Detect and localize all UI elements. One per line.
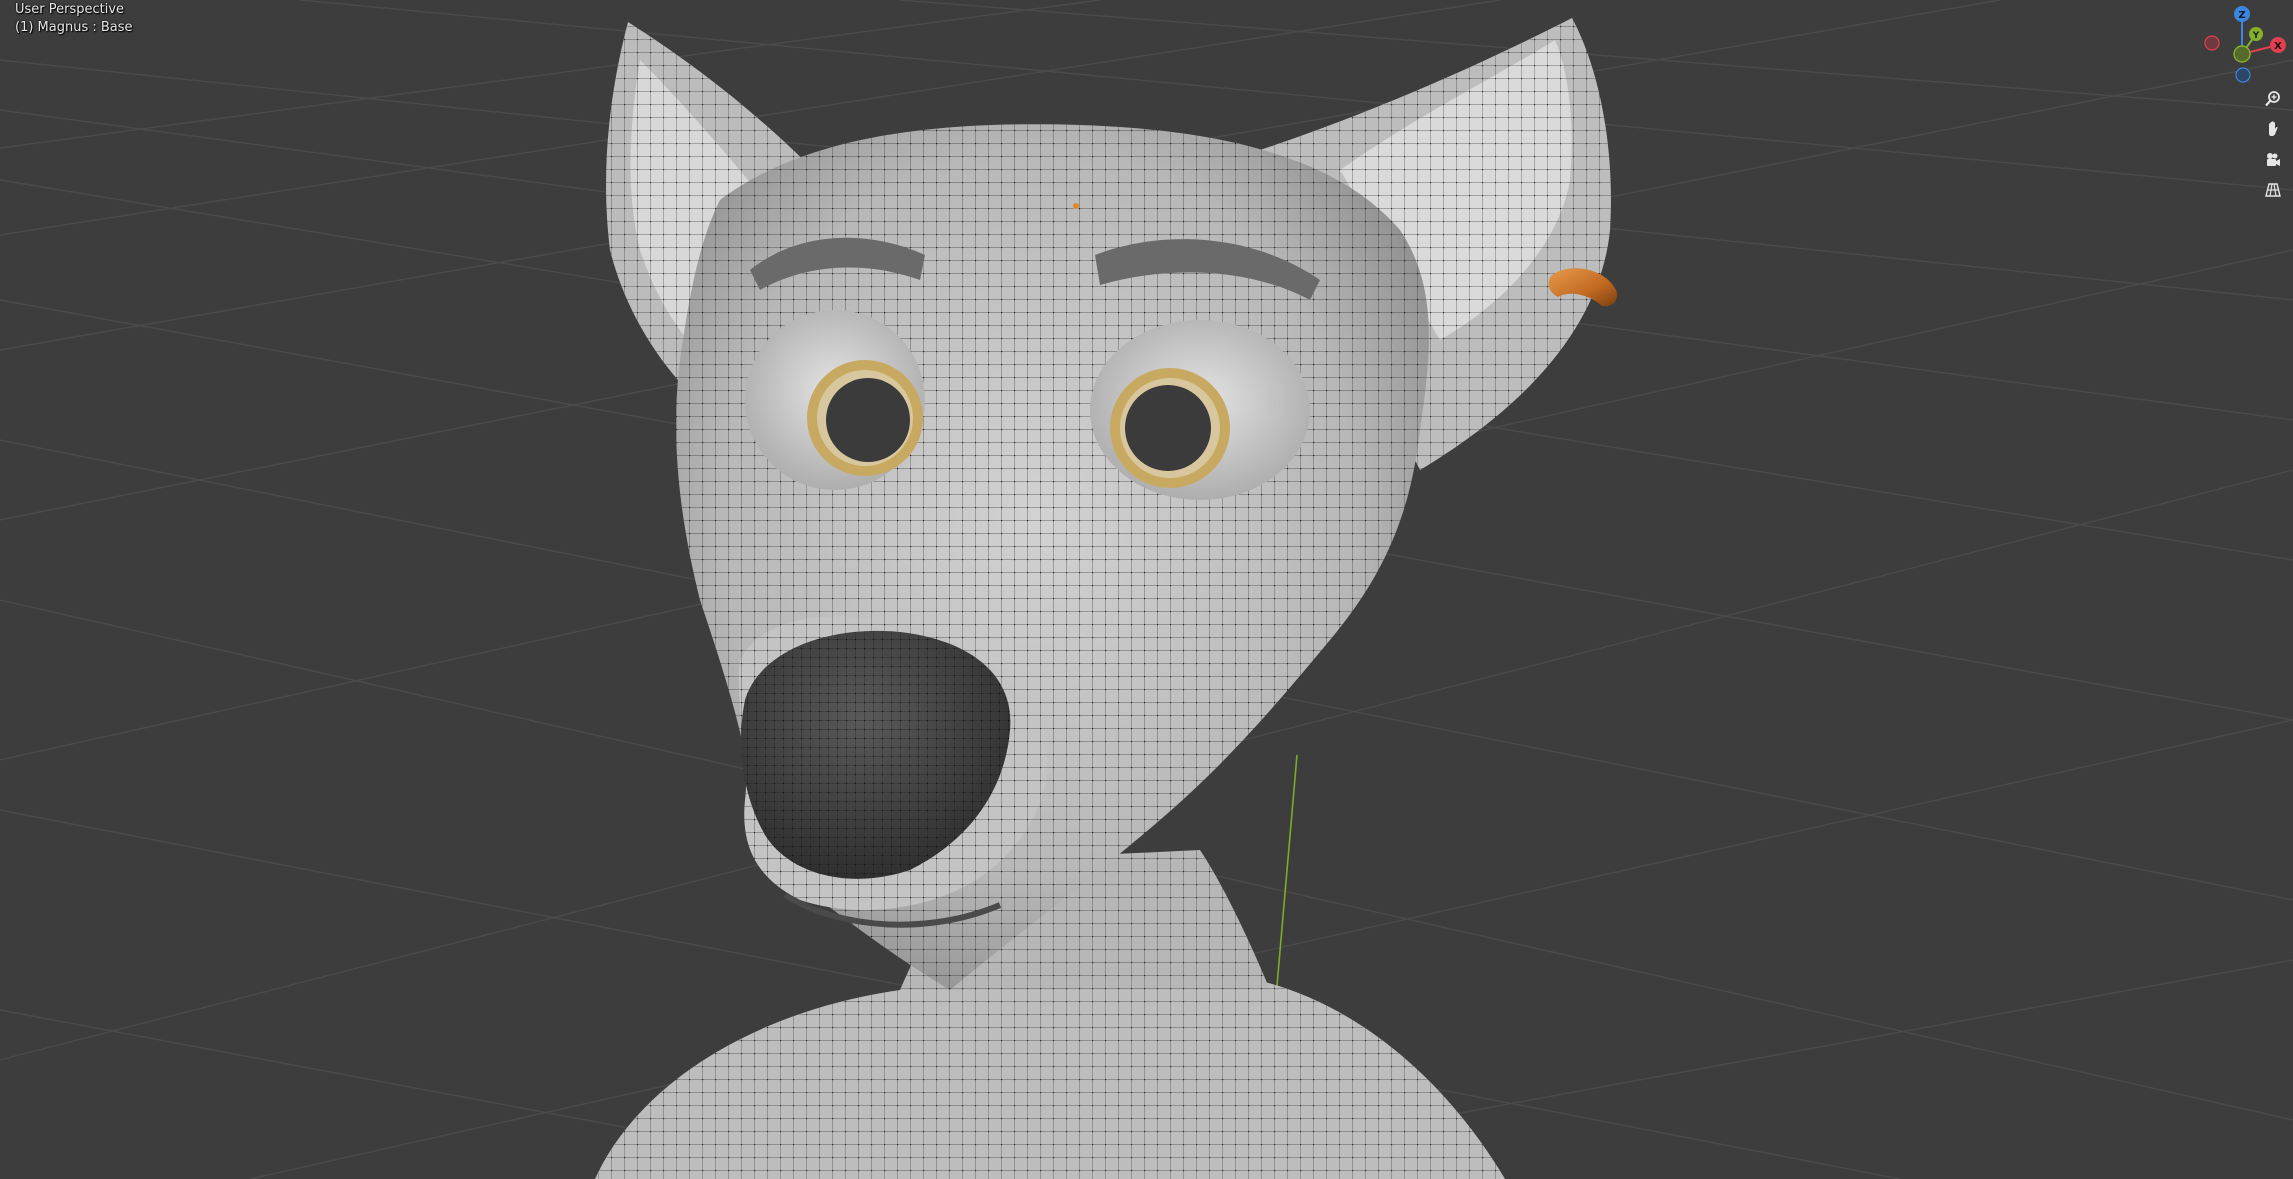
hand-pan-icon	[2269, 121, 2278, 136]
view-perspective-label: User Perspective	[15, 2, 125, 17]
object-origin	[1073, 203, 1079, 209]
gizmo-neg-y-handle[interactable]	[2233, 45, 2251, 63]
pan-button[interactable]	[2260, 116, 2286, 142]
gizmo-y-label: Y	[2252, 31, 2260, 41]
gizmo-x-label: X	[2274, 41, 2282, 52]
gizmo-z-label: Z	[2238, 10, 2245, 21]
gizmo-neg-z-handle[interactable]	[2235, 67, 2251, 83]
navigation-gizmo[interactable]: Z Y X	[2193, 0, 2293, 90]
shoulders-mesh	[595, 975, 1505, 1179]
y-axis-line	[1273, 754, 1298, 1021]
right-eye	[1090, 320, 1310, 500]
active-object-label: (1) Magnus : Base	[15, 20, 133, 35]
3d-viewport[interactable]: User Perspective (1) Magnus : Base Z Y X	[0, 0, 2293, 1179]
camera-view-button[interactable]	[2260, 147, 2286, 173]
zoom-icon	[2265, 91, 2280, 107]
camera-view-icon	[2267, 153, 2280, 166]
viewport-scene[interactable]	[0, 0, 2293, 1179]
perspective-toggle-button[interactable]	[2260, 177, 2286, 203]
gizmo-neg-x-handle[interactable]	[2204, 35, 2220, 51]
perspective-grid-icon	[2265, 183, 2281, 197]
zoom-button[interactable]	[2260, 86, 2286, 112]
left-eye	[745, 310, 925, 490]
